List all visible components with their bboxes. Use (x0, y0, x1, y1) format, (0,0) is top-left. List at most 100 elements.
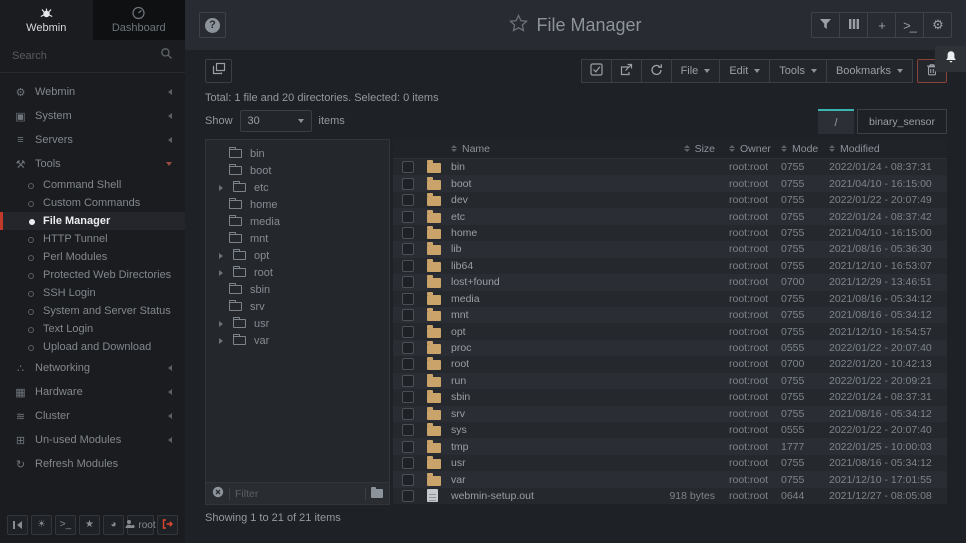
select-all-button[interactable] (581, 59, 612, 83)
row-checkbox[interactable] (402, 342, 414, 354)
favorites-button[interactable]: ★ (79, 515, 100, 535)
table-row[interactable]: webmin-setup.out 918 bytes root:root 064… (393, 488, 947, 504)
cell-name[interactable]: tmp (451, 441, 635, 453)
table-row[interactable]: sys root:root 0555 2022/01/22 - 20:07:40 (393, 422, 947, 438)
sidebar-nav-item[interactable]: ∴ Networking (0, 356, 185, 380)
tree-item[interactable]: mnt (206, 230, 389, 247)
row-checkbox[interactable] (402, 211, 414, 223)
terminal-button[interactable]: >_ (55, 515, 76, 535)
table-row[interactable]: etc root:root 0755 2022/01/24 - 08:37:42 (393, 208, 947, 224)
sidebar-nav-item[interactable]: ⊞ Un-used Modules (0, 428, 185, 452)
bookmarks-menu-button[interactable]: Bookmarks (826, 59, 913, 83)
tree-item[interactable]: root (206, 264, 389, 281)
table-row[interactable]: proc root:root 0555 2022/01/22 - 20:07:4… (393, 340, 947, 356)
cell-name[interactable]: media (451, 293, 635, 305)
sidebar-nav-item[interactable]: Upload and Download (0, 338, 185, 356)
row-checkbox[interactable] (402, 293, 414, 305)
cell-name[interactable]: webmin-setup.out (451, 490, 635, 502)
refresh-button[interactable] (641, 59, 672, 83)
cell-name[interactable]: bin (451, 161, 635, 173)
sidebar-nav-item[interactable]: File Manager (0, 212, 185, 230)
tree-item[interactable]: srv (206, 298, 389, 315)
cell-name[interactable]: opt (451, 326, 635, 338)
cell-name[interactable]: dev (451, 194, 635, 206)
tab-dashboard[interactable]: Dashboard (93, 0, 186, 40)
table-row[interactable]: bin root:root 0755 2022/01/24 - 08:37:31 (393, 159, 947, 175)
collapse-sidebar-button[interactable] (7, 515, 28, 535)
cell-name[interactable]: boot (451, 178, 635, 190)
column-header-modified[interactable]: Modified (829, 143, 947, 155)
tree-item[interactable]: usr (206, 315, 389, 332)
cell-name[interactable]: run (451, 375, 635, 387)
page-size-select[interactable]: 30 (240, 110, 312, 132)
column-header-owner[interactable]: Owner (715, 143, 781, 155)
breadcrumb-current[interactable]: binary_sensor (857, 109, 947, 134)
tools-menu-button[interactable]: Tools (769, 59, 827, 83)
theme-button[interactable]: ☀ (31, 515, 52, 535)
cell-name[interactable]: lib (451, 243, 635, 255)
cell-name[interactable]: mnt (451, 309, 635, 321)
row-checkbox[interactable] (402, 375, 414, 387)
tree-item[interactable]: opt (206, 247, 389, 264)
tree-filter-input[interactable] (235, 488, 360, 500)
sidebar-nav-item[interactable]: SSH Login (0, 284, 185, 302)
cell-name[interactable]: lib64 (451, 260, 635, 272)
row-checkbox[interactable] (402, 408, 414, 420)
row-checkbox[interactable] (402, 490, 414, 502)
tab-webmin[interactable]: Webmin (0, 0, 93, 40)
clone-tab-button[interactable] (205, 59, 232, 83)
table-row[interactable]: lost+found root:root 0700 2021/12/29 - 1… (393, 274, 947, 290)
cell-name[interactable]: lost+found (451, 276, 635, 288)
sidebar-nav-item[interactable]: ≡ Servers (0, 128, 185, 152)
sidebar-nav-item[interactable]: ⚒ Tools (0, 152, 185, 176)
table-row[interactable]: mnt root:root 0755 2021/08/16 - 05:34:12 (393, 307, 947, 323)
user-button[interactable]: root (127, 515, 154, 535)
sidebar-nav-item[interactable]: Text Login (0, 320, 185, 338)
sidebar-nav-item[interactable]: Custom Commands (0, 194, 185, 212)
table-row[interactable]: srv root:root 0755 2021/08/16 - 05:34:12 (393, 406, 947, 422)
row-checkbox[interactable] (402, 474, 414, 486)
cell-name[interactable]: root (451, 358, 635, 370)
row-checkbox[interactable] (402, 260, 414, 272)
sidebar-nav-item[interactable]: ▦ Hardware (0, 380, 185, 404)
row-checkbox[interactable] (402, 276, 414, 288)
table-row[interactable]: dev root:root 0755 2022/01/22 - 20:07:49 (393, 192, 947, 208)
sidebar-nav-item[interactable]: Perl Modules (0, 248, 185, 266)
row-checkbox[interactable] (402, 161, 414, 173)
row-checkbox[interactable] (402, 391, 414, 403)
row-checkbox[interactable] (402, 243, 414, 255)
row-checkbox[interactable] (402, 441, 414, 453)
cell-name[interactable]: sbin (451, 391, 635, 403)
row-checkbox[interactable] (402, 178, 414, 190)
sidebar-nav-item[interactable]: System and Server Status (0, 302, 185, 320)
cell-name[interactable]: srv (451, 408, 635, 420)
sidebar-nav-item[interactable]: ↻ Refresh Modules (0, 452, 185, 476)
column-header-mode[interactable]: Mode (781, 143, 829, 155)
stats-button[interactable]: ◕ (103, 515, 124, 535)
tree-item[interactable]: boot (206, 162, 389, 179)
table-row[interactable]: lib root:root 0755 2021/08/16 - 05:36:30 (393, 241, 947, 257)
tree-item[interactable]: bin (206, 145, 389, 162)
tree-item[interactable]: media (206, 213, 389, 230)
row-checkbox[interactable] (402, 194, 414, 206)
table-row[interactable]: var root:root 0755 2021/12/10 - 17:01:55 (393, 471, 947, 487)
table-row[interactable]: tmp root:root 1777 2022/01/25 - 10:00:03 (393, 438, 947, 454)
sidebar-nav-item[interactable]: ⚙ Webmin (0, 80, 185, 104)
paste-button[interactable] (611, 59, 642, 83)
row-checkbox[interactable] (402, 424, 414, 436)
file-menu-button[interactable]: File (671, 59, 721, 83)
add-window-button[interactable]: + (867, 12, 896, 38)
row-checkbox[interactable] (402, 457, 414, 469)
cell-name[interactable]: var (451, 474, 635, 486)
table-row[interactable]: boot root:root 0755 2021/04/10 - 16:15:0… (393, 175, 947, 191)
table-row[interactable]: usr root:root 0755 2021/08/16 - 05:34:12 (393, 455, 947, 471)
cell-name[interactable]: etc (451, 211, 635, 223)
row-checkbox[interactable] (402, 326, 414, 338)
cell-name[interactable]: usr (451, 457, 635, 469)
sidebar-nav-item[interactable]: ▣ System (0, 104, 185, 128)
row-checkbox[interactable] (402, 227, 414, 239)
sidebar-nav-item[interactable]: Protected Web Directories (0, 266, 185, 284)
table-row[interactable]: run root:root 0755 2022/01/22 - 20:09:21 (393, 373, 947, 389)
row-checkbox[interactable] (402, 358, 414, 370)
logout-button[interactable] (157, 515, 178, 535)
